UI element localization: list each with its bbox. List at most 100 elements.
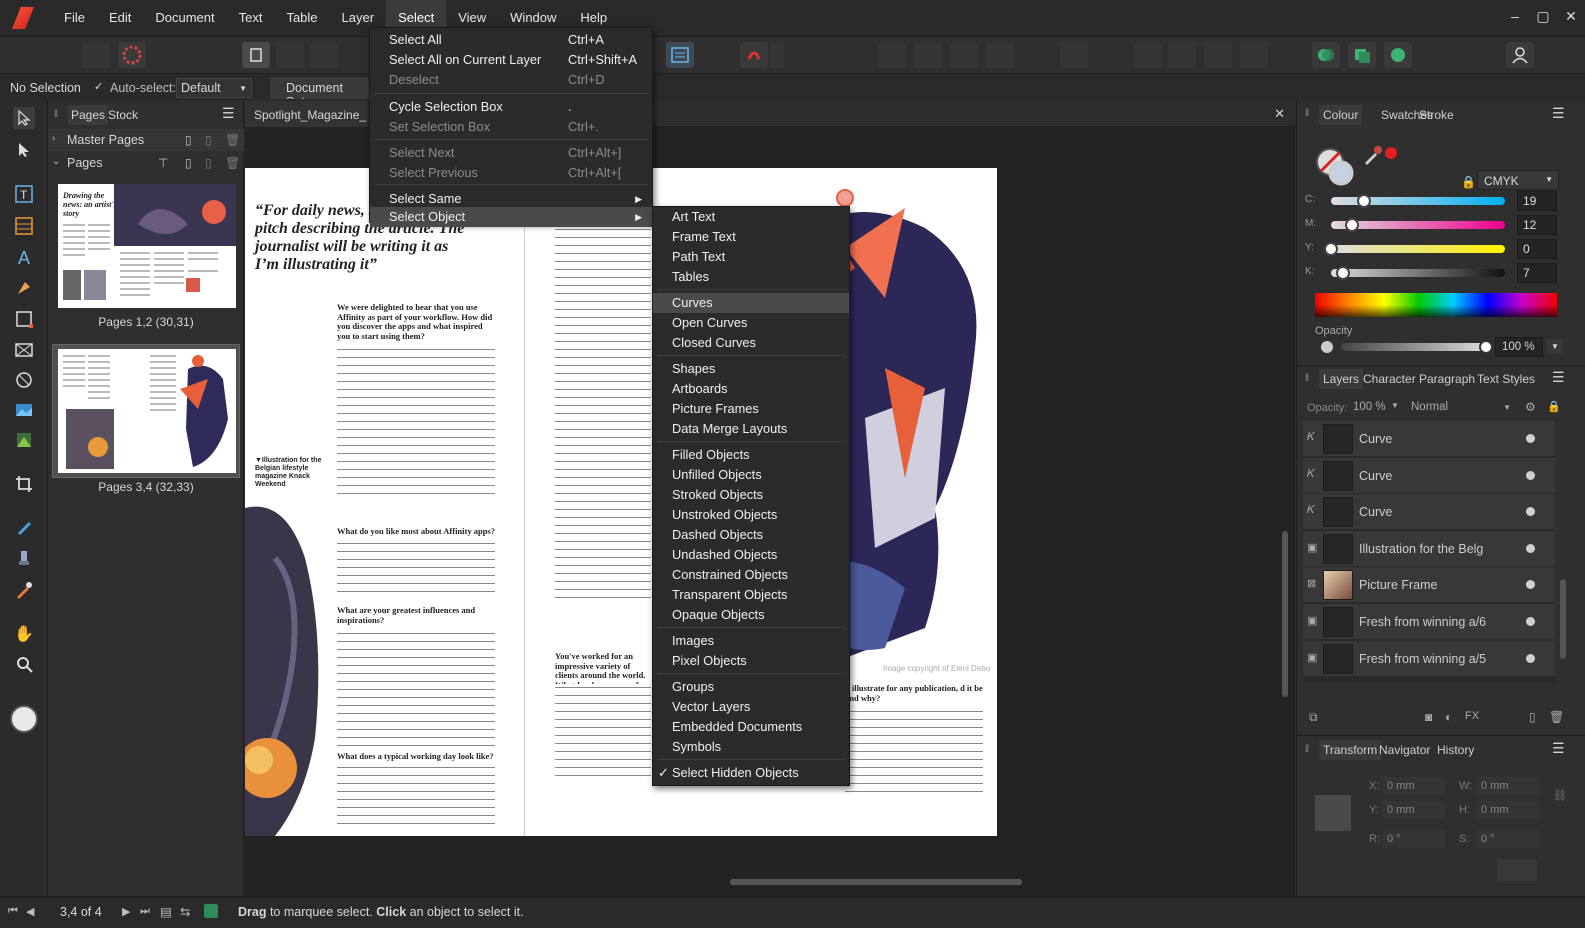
preflight-icon[interactable] bbox=[242, 42, 270, 68]
mask-icon[interactable]: ◙ bbox=[1425, 710, 1432, 724]
minimize-icon[interactable]: – bbox=[1500, 0, 1530, 32]
layer-row[interactable]: ▣ Fresh from winning a/6 bbox=[1303, 604, 1555, 640]
submenu-item[interactable]: Curves bbox=[653, 293, 849, 313]
close-document-icon[interactable]: ✕ bbox=[1274, 106, 1285, 122]
submenu-item[interactable]: Closed Curves bbox=[653, 333, 849, 353]
account-icon[interactable] bbox=[1506, 42, 1534, 68]
submenu-item[interactable]: Opaque Objects bbox=[653, 605, 849, 625]
prev-page-icon[interactable]: ◀ bbox=[26, 905, 34, 918]
fill-tool-icon[interactable] bbox=[13, 517, 35, 539]
align-left-icon[interactable] bbox=[878, 42, 906, 68]
spread-thumbnail-2[interactable] bbox=[58, 349, 236, 473]
layer-visibility-icon[interactable] bbox=[1526, 434, 1535, 443]
layer-row[interactable]: 𝐾 Curve bbox=[1303, 494, 1555, 531]
fill-stroke-wells-icon[interactable] bbox=[1315, 147, 1355, 187]
colour-model-dropdown[interactable]: CMYK ▼ bbox=[1477, 170, 1559, 190]
menu-edit[interactable]: Edit bbox=[97, 0, 143, 36]
x-input[interactable]: 0 mm bbox=[1383, 777, 1445, 795]
anchor-selector[interactable] bbox=[1315, 795, 1351, 831]
opacity-slider[interactable] bbox=[1341, 340, 1493, 354]
submenu-item[interactable]: Dashed Objects bbox=[653, 525, 849, 545]
view-mode-icon[interactable] bbox=[310, 42, 338, 68]
adjustment-icon[interactable]: ◐ bbox=[1445, 710, 1452, 724]
menu-table[interactable]: Table bbox=[274, 0, 329, 36]
layer-row[interactable]: ▣ Fresh from winning a/5 bbox=[1303, 640, 1555, 677]
maximize-icon[interactable]: ▢ bbox=[1528, 0, 1558, 32]
opacity-slider-handle[interactable] bbox=[1479, 340, 1493, 354]
tab-text-styles[interactable]: Text Styles bbox=[1477, 372, 1535, 386]
persona-icon[interactable] bbox=[82, 42, 110, 68]
shear-input[interactable]: 0 ° bbox=[1477, 830, 1539, 848]
channel-value-input[interactable]: 19 bbox=[1517, 191, 1557, 211]
delete-master-icon[interactable]: 🗑 bbox=[225, 133, 240, 147]
h-input[interactable]: 0 mm bbox=[1477, 801, 1539, 819]
table-tool-icon[interactable] bbox=[13, 215, 35, 237]
menu-document[interactable]: Document bbox=[143, 0, 226, 36]
delete-page-icon[interactable]: 🗑 bbox=[225, 156, 240, 170]
node-tool-icon[interactable] bbox=[13, 139, 35, 161]
preflight-status-icon[interactable] bbox=[204, 904, 218, 918]
autoselect-dropdown[interactable]: Default ▼ bbox=[176, 78, 252, 98]
layer-row[interactable]: 𝐾 Curve bbox=[1303, 457, 1555, 494]
settings-gear-icon[interactable] bbox=[118, 42, 146, 68]
menu-file[interactable]: File bbox=[52, 0, 97, 36]
y-input[interactable]: 0 mm bbox=[1383, 801, 1445, 819]
align-center-icon[interactable] bbox=[914, 42, 942, 68]
layer-visibility-icon[interactable] bbox=[1526, 580, 1535, 590]
submenu-item[interactable]: Groups bbox=[653, 677, 849, 697]
channel-value-input[interactable]: 12 bbox=[1517, 215, 1557, 235]
page-options-icon[interactable]: ⊤ bbox=[158, 156, 168, 170]
tab-pages[interactable]: Pages bbox=[68, 105, 109, 125]
document-setup-button[interactable]: Document Setu bbox=[270, 77, 370, 99]
fx-icon[interactable]: FX bbox=[1465, 710, 1479, 722]
select-menu-item[interactable]: Cycle Selection Box. bbox=[370, 97, 652, 117]
channel-value-input[interactable]: 7 bbox=[1517, 263, 1557, 283]
subtract-icon[interactable] bbox=[1348, 42, 1376, 68]
ellipse-frame-tool-icon[interactable] bbox=[13, 369, 35, 391]
menu-text[interactable]: Text bbox=[227, 0, 275, 36]
layer-lock-icon[interactable]: 🔒 bbox=[1547, 400, 1561, 413]
master-page-icon[interactable]: ▤ bbox=[160, 904, 172, 919]
channel-slider-handle[interactable] bbox=[1336, 266, 1351, 280]
text-frame-icon[interactable] bbox=[666, 42, 694, 68]
select-menu-item[interactable]: Select All Ctrl+A bbox=[370, 30, 652, 50]
order-forward-icon[interactable] bbox=[1204, 42, 1232, 68]
add-layer-icon[interactable]: ▯ bbox=[1529, 710, 1536, 724]
close-window-icon[interactable]: ✕ bbox=[1556, 0, 1585, 32]
order-back-icon[interactable] bbox=[1134, 42, 1162, 68]
tab-transform[interactable]: Transform bbox=[1319, 740, 1382, 760]
layer-visibility-icon[interactable] bbox=[1526, 617, 1535, 626]
select-menu-item[interactable]: Select All on Current Layer Ctrl+Shift+A bbox=[370, 50, 652, 70]
horizontal-scroll-thumb[interactable] bbox=[730, 879, 1022, 885]
next-page-icon[interactable]: ▶ bbox=[122, 905, 130, 918]
distribute-icon[interactable] bbox=[986, 42, 1014, 68]
horizontal-scrollbar[interactable] bbox=[255, 877, 1275, 887]
spread-canvas[interactable]: “For daily news, six-sentence pitch desc… bbox=[245, 168, 997, 836]
channel-slider-handle[interactable] bbox=[1324, 242, 1338, 256]
master-pages-section[interactable]: › Master Pages ▯ ▯ 🗑 bbox=[48, 129, 244, 151]
colour-well-icon[interactable] bbox=[10, 705, 38, 733]
place-image-tool-icon[interactable] bbox=[13, 399, 35, 421]
panel-menu-icon[interactable]: ☰ bbox=[1552, 740, 1565, 757]
opacity-dropdown-icon[interactable]: ▼ bbox=[1547, 339, 1563, 354]
submenu-item[interactable]: ✓ Select Hidden Objects bbox=[653, 763, 849, 783]
vertical-scroll-thumb[interactable] bbox=[1282, 531, 1288, 697]
channel-slider-handle[interactable] bbox=[1357, 194, 1372, 208]
channel-slider[interactable] bbox=[1324, 242, 1505, 256]
panel-menu-icon[interactable]: ☰ bbox=[222, 105, 235, 122]
submenu-item[interactable]: Vector Layers bbox=[653, 697, 849, 717]
tab-stroke[interactable]: Stroke bbox=[1419, 108, 1454, 122]
order-front-icon[interactable] bbox=[1240, 42, 1268, 68]
layer-row[interactable]: 𝐾 Curve bbox=[1303, 421, 1555, 457]
tab-character[interactable]: Character bbox=[1363, 372, 1416, 386]
opacity-input[interactable]: 100 % bbox=[1495, 337, 1543, 357]
tab-colour[interactable]: Colour bbox=[1319, 105, 1363, 125]
snapping-dropdown-icon[interactable] bbox=[770, 42, 784, 68]
vertical-scrollbar[interactable] bbox=[1281, 131, 1289, 871]
tab-history[interactable]: History bbox=[1437, 743, 1474, 757]
submenu-item[interactable]: Shapes bbox=[653, 359, 849, 379]
place-icon[interactable] bbox=[276, 42, 304, 68]
pages-section[interactable]: ⌄ Pages ⊤ ▯ ▯ 🗑 bbox=[48, 152, 244, 174]
submenu-item[interactable]: Pixel Objects bbox=[653, 651, 849, 671]
zoom-tool-icon[interactable] bbox=[13, 653, 35, 675]
